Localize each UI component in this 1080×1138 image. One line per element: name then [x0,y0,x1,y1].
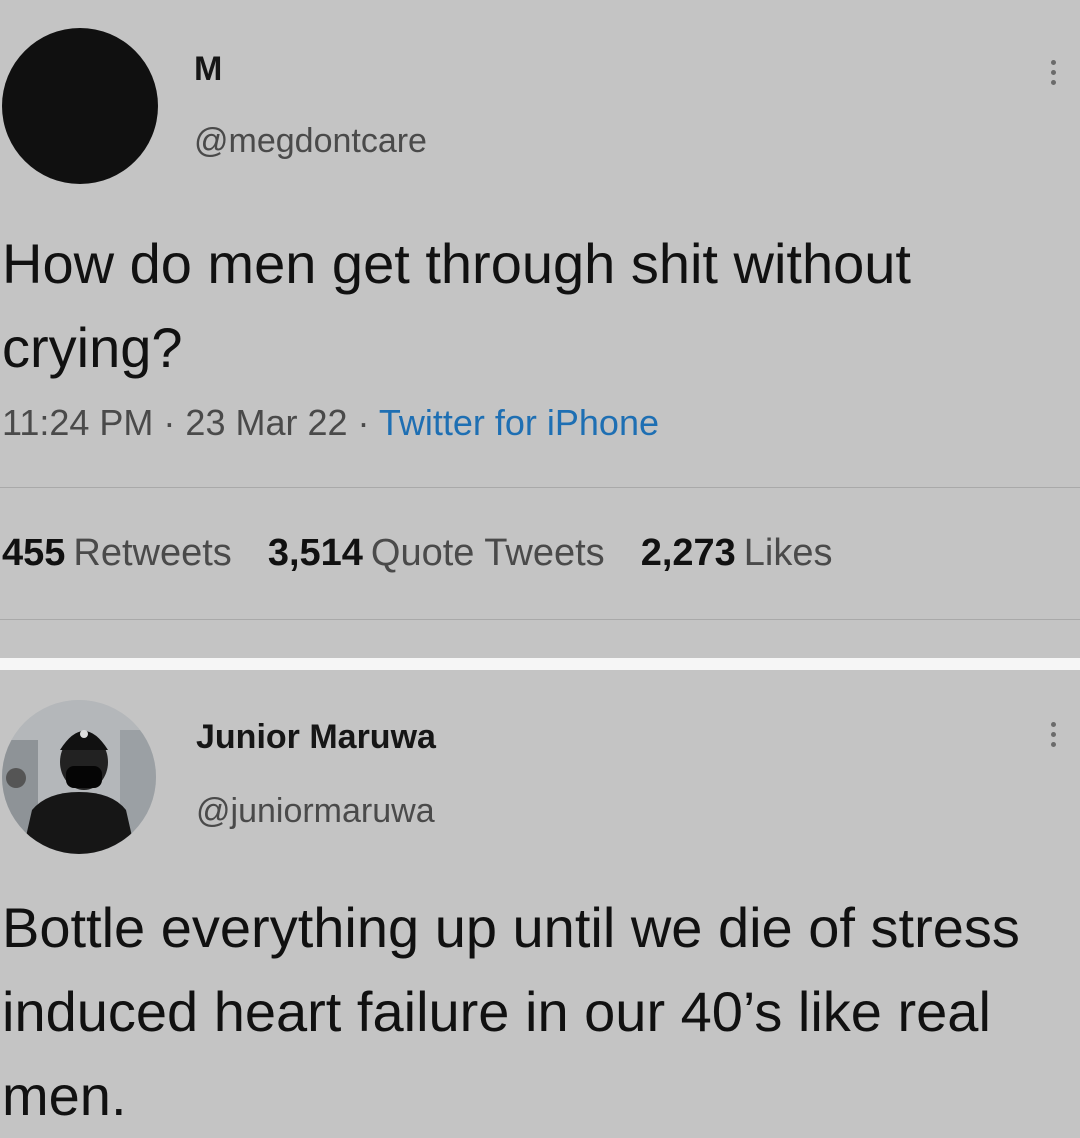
divider [0,487,1080,488]
avatar[interactable] [2,700,156,854]
tweet-text: How do men get through shit without cryi… [2,232,911,379]
meta-separator: · [347,402,379,443]
retweets-label: Retweets [73,532,232,574]
retweets-count: 455 [2,532,66,574]
engagement-stats: 455 Retweets 3,514 Quote Tweets 2,273 Likes [2,532,833,575]
tweet-time[interactable]: 11:24 PM [2,402,153,443]
tweet-separator [0,658,1080,670]
divider [0,619,1080,620]
tweet-meta: 11:24 PM · 23 Mar 22 · Twitter for iPhon… [2,402,659,444]
display-name[interactable]: M [194,50,222,89]
more-options-icon[interactable] [1048,722,1058,747]
display-name[interactable]: Junior Maruwa [196,718,436,757]
tweet-reply[interactable]: Junior Maruwa @juniormaruwa Bottle every… [0,670,1080,1130]
tweet-date[interactable]: 23 Mar 22 [185,402,347,443]
likes-stat[interactable]: 2,273 Likes [641,532,833,575]
likes-label: Likes [743,532,833,574]
tweet-source-link[interactable]: Twitter for iPhone [379,402,659,443]
retweets-stat[interactable]: 455 Retweets [2,532,232,575]
meta-separator: · [153,402,186,443]
tweet-original[interactable]: M @megdontcare How do men get through sh… [0,0,1080,658]
tweet-text: Bottle everything up until we die of str… [2,896,1020,1127]
handle[interactable]: @juniormaruwa [196,792,435,831]
more-options-icon[interactable] [1048,60,1058,85]
avatar-photo [2,700,156,854]
quote-tweets-stat[interactable]: 3,514 Quote Tweets [268,532,605,575]
quote-tweets-label: Quote Tweets [370,532,605,574]
avatar[interactable] [2,28,158,184]
likes-count: 2,273 [640,532,736,574]
quote-tweets-count: 3,514 [267,532,363,574]
handle[interactable]: @megdontcare [194,122,427,161]
